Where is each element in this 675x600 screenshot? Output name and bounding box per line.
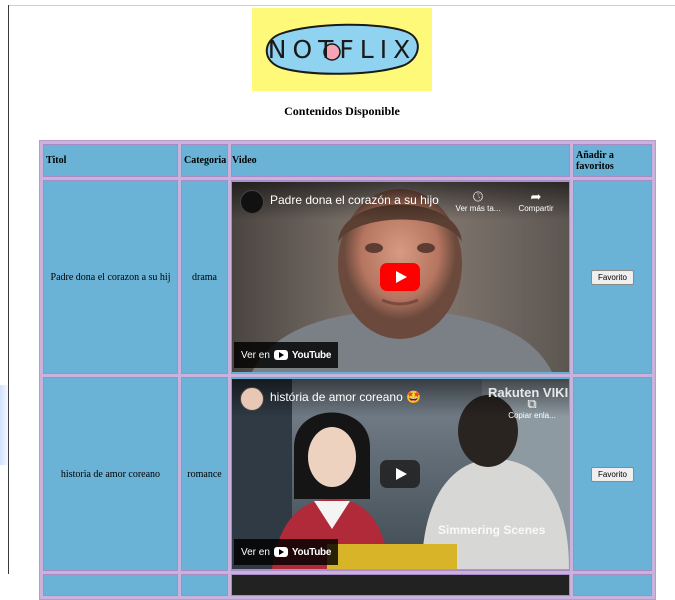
cell-title — [43, 574, 178, 596]
play-button[interactable] — [380, 263, 420, 291]
watch-on-label: Ver en — [241, 546, 270, 558]
simmering-scenes-watermark: Simmering Scenes — [438, 523, 546, 537]
clock-icon: 🕓︎ — [472, 189, 484, 204]
cell-title: Padre dona el corazon a su hij — [43, 180, 178, 374]
watch-on-label: Ver en — [241, 349, 270, 361]
cell-favorite: Favorito — [573, 377, 652, 571]
cell-category — [181, 574, 228, 596]
play-button[interactable] — [380, 460, 420, 488]
cell-video — [231, 574, 570, 596]
table-header-row: Titol Categoria Video Añadir a favoritos — [43, 144, 652, 177]
content-table: Titol Categoria Video Añadir a favoritos… — [39, 140, 656, 600]
header-video: Video — [231, 144, 570, 177]
copy-link-button[interactable]: ⧉ Copiar enla... — [504, 396, 560, 421]
youtube-brand: YouTube — [291, 546, 332, 558]
cell-video: Padre dona el corazón a su hijo 🕓︎ Ver m… — [231, 180, 570, 374]
share-arrow-icon: ➦ — [530, 189, 542, 204]
watch-later-label: Ver más ta... — [455, 204, 501, 213]
share-label: Compartir — [518, 204, 554, 213]
cell-favorite — [573, 574, 652, 596]
channel-avatar[interactable] — [240, 190, 264, 214]
cell-favorite: Favorito — [573, 180, 652, 374]
watch-on-youtube-link[interactable]: Ver en YouTube — [234, 342, 339, 368]
page-frame-left — [8, 5, 9, 574]
video-title[interactable]: Padre dona el corazón a su hijo — [270, 193, 439, 207]
cell-category: drama — [181, 180, 228, 374]
copy-icon: ⧉ — [527, 396, 537, 411]
page-frame-top — [8, 5, 675, 6]
table-row-partial — [43, 574, 652, 596]
youtube-embed-player[interactable]: Padre dona el corazón a su hijo 🕓︎ Ver m… — [232, 182, 569, 372]
page-edge-glow — [0, 385, 10, 465]
youtube-embed-player[interactable]: história de amor coreano 🤩 Rakuten VIKI … — [232, 379, 569, 569]
favorite-button[interactable]: Favorito — [591, 466, 634, 482]
video-title[interactable]: história de amor coreano 🤩 — [270, 390, 421, 404]
logo-text: NOTFLIX — [267, 35, 417, 64]
cell-title: historia de amor coreano — [43, 377, 178, 571]
watch-later-button[interactable]: 🕓︎ Ver más ta... — [450, 189, 506, 214]
header-favoritos: Añadir a favoritos — [573, 144, 652, 177]
cell-category: romance — [181, 377, 228, 571]
youtube-logo-icon — [273, 547, 288, 557]
copy-link-label: Copiar enla... — [508, 411, 556, 420]
watch-on-youtube-link[interactable]: Ver en YouTube — [234, 539, 339, 565]
favorite-button[interactable]: Favorito — [591, 269, 634, 285]
table-row: historia de amor coreano romance históri… — [43, 377, 652, 571]
table-row: Padre dona el corazon a su hij drama Pad… — [43, 180, 652, 374]
cell-video: história de amor coreano 🤩 Rakuten VIKI … — [231, 377, 570, 571]
youtube-logo-icon — [273, 350, 288, 360]
share-button[interactable]: ➦ Compartir — [508, 189, 564, 214]
notflix-logo: NOTFLIX — [252, 8, 432, 91]
header-titol: Titol — [43, 144, 178, 177]
channel-avatar[interactable] — [240, 387, 264, 411]
header-categoria: Categoria — [181, 144, 228, 177]
youtube-brand: YouTube — [291, 349, 332, 361]
page-title: Contenidos Disponible — [284, 104, 400, 118]
